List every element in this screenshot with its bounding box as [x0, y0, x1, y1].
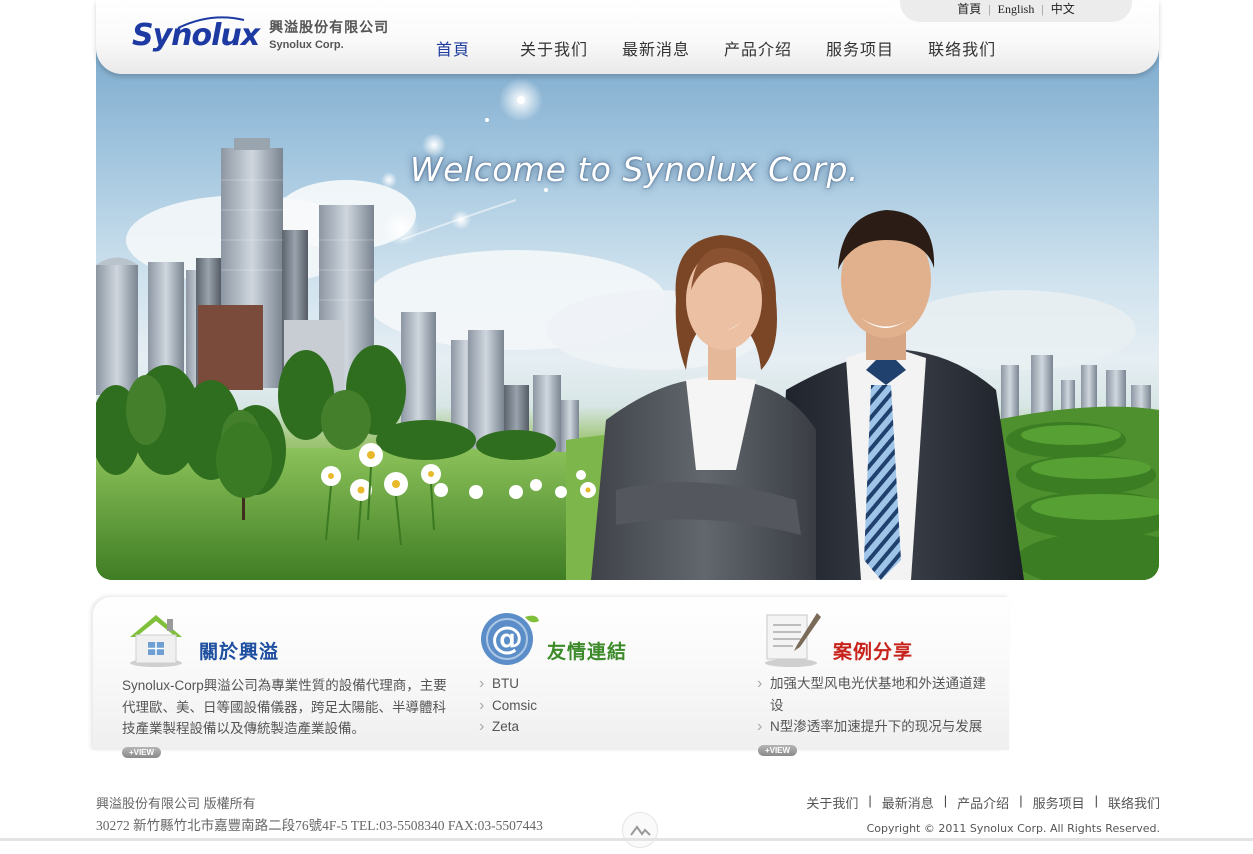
company-logo[interactable]: Synolux 興溢股份有限公司 Synolux Corp.	[132, 16, 390, 53]
cases-view-button[interactable]: +VIEW	[758, 745, 797, 756]
link-item-btu[interactable]: BTU	[479, 673, 537, 695]
case-item[interactable]: N型渗透率加速提升下的现况与发展	[757, 716, 997, 738]
logo-swoosh-icon	[177, 16, 245, 29]
link-item-zeta[interactable]: Zeta	[479, 716, 537, 738]
site-header: Synolux 興溢股份有限公司 Synolux Corp. 首頁 | Engl…	[96, 0, 1159, 74]
divider: |	[988, 2, 991, 16]
links-list: BTU Comsic Zeta	[479, 673, 537, 738]
footer-copyright-cn: 興溢股份有限公司 版權所有	[96, 796, 256, 811]
divider: |	[943, 793, 948, 808]
notepad-icon	[765, 613, 821, 667]
footer-nav-products[interactable]: 产品介绍	[957, 793, 1009, 812]
about-view-button[interactable]: +VIEW	[122, 747, 161, 758]
info-panel: 關於興溢 Synolux-Corp興溢公司為專業性質的設備代理商，主要代理歐、美…	[93, 597, 1009, 758]
divider: |	[1041, 2, 1044, 16]
divider: |	[1094, 793, 1098, 808]
nav-home[interactable]: 首頁	[436, 36, 486, 60]
banner-illustration	[96, 78, 1159, 580]
footer-info: 興溢股份有限公司 版權所有 30272 新竹縣竹北市嘉豐南路二段76號4F-5 …	[96, 793, 543, 836]
at-sign-icon: @	[481, 613, 539, 665]
footer-nav: 关于我们 | 最新消息 | 产品介绍 | 服务项目 | 联络我们	[806, 793, 1160, 812]
scroll-top-button[interactable]	[622, 812, 658, 848]
logo-chinese-name: 興溢股份有限公司	[269, 19, 390, 36]
cases-title[interactable]: 案例分享	[833, 637, 913, 664]
links-title[interactable]: 友情連結	[547, 637, 627, 664]
divider: |	[1019, 793, 1023, 808]
welcome-heading: Welcome to Synolux Corp.	[410, 150, 859, 189]
footer-copyright: Copyright © 2011 Synolux Corp. All Right…	[866, 822, 1160, 835]
case-item[interactable]: 加强大型风电光伏基地和外送通道建设	[757, 673, 997, 716]
footer-nav-about[interactable]: 关于我们	[806, 793, 858, 812]
nav-news[interactable]: 最新消息	[622, 36, 690, 60]
house-icon	[130, 615, 182, 667]
lang-english-link[interactable]: English	[998, 2, 1035, 17]
footer-address: 30272 新竹縣竹北市嘉豐南路二段76號4F-5 TEL:03-5508340…	[96, 817, 543, 833]
nav-contact[interactable]: 联络我们	[928, 36, 996, 60]
footer-nav-news[interactable]: 最新消息	[882, 793, 934, 812]
nav-products[interactable]: 产品介绍	[724, 36, 792, 60]
nav-services[interactable]: 服务项目	[826, 36, 894, 60]
lang-chinese-link[interactable]: 中文	[1051, 0, 1075, 17]
about-title[interactable]: 關於興溢	[199, 637, 279, 664]
divider: |	[868, 793, 872, 808]
hero-banner: Welcome to Synolux Corp.	[96, 0, 1159, 580]
language-bar: 首頁 | English | 中文	[900, 0, 1132, 22]
cases-list: 加强大型风电光伏基地和外送通道建设 N型渗透率加速提升下的现况与发展	[757, 673, 997, 738]
nav-about[interactable]: 关于我们	[520, 36, 588, 60]
scroll-top-icon	[630, 825, 651, 836]
about-description: Synolux-Corp興溢公司為專業性質的設備代理商，主要代理歐、美、日等國設…	[122, 678, 447, 736]
footer-nav-contact[interactable]: 联络我们	[1108, 793, 1160, 812]
svg-text:@: @	[491, 619, 523, 657]
main-nav: 首頁 关于我们 最新消息 产品介绍 服务项目 联络我们	[436, 36, 1030, 60]
link-item-comsic[interactable]: Comsic	[479, 695, 537, 717]
lang-home-link[interactable]: 首頁	[957, 0, 981, 17]
logo-english-name: Synolux Corp.	[269, 38, 344, 51]
footer-nav-services[interactable]: 服务项目	[1033, 793, 1085, 812]
